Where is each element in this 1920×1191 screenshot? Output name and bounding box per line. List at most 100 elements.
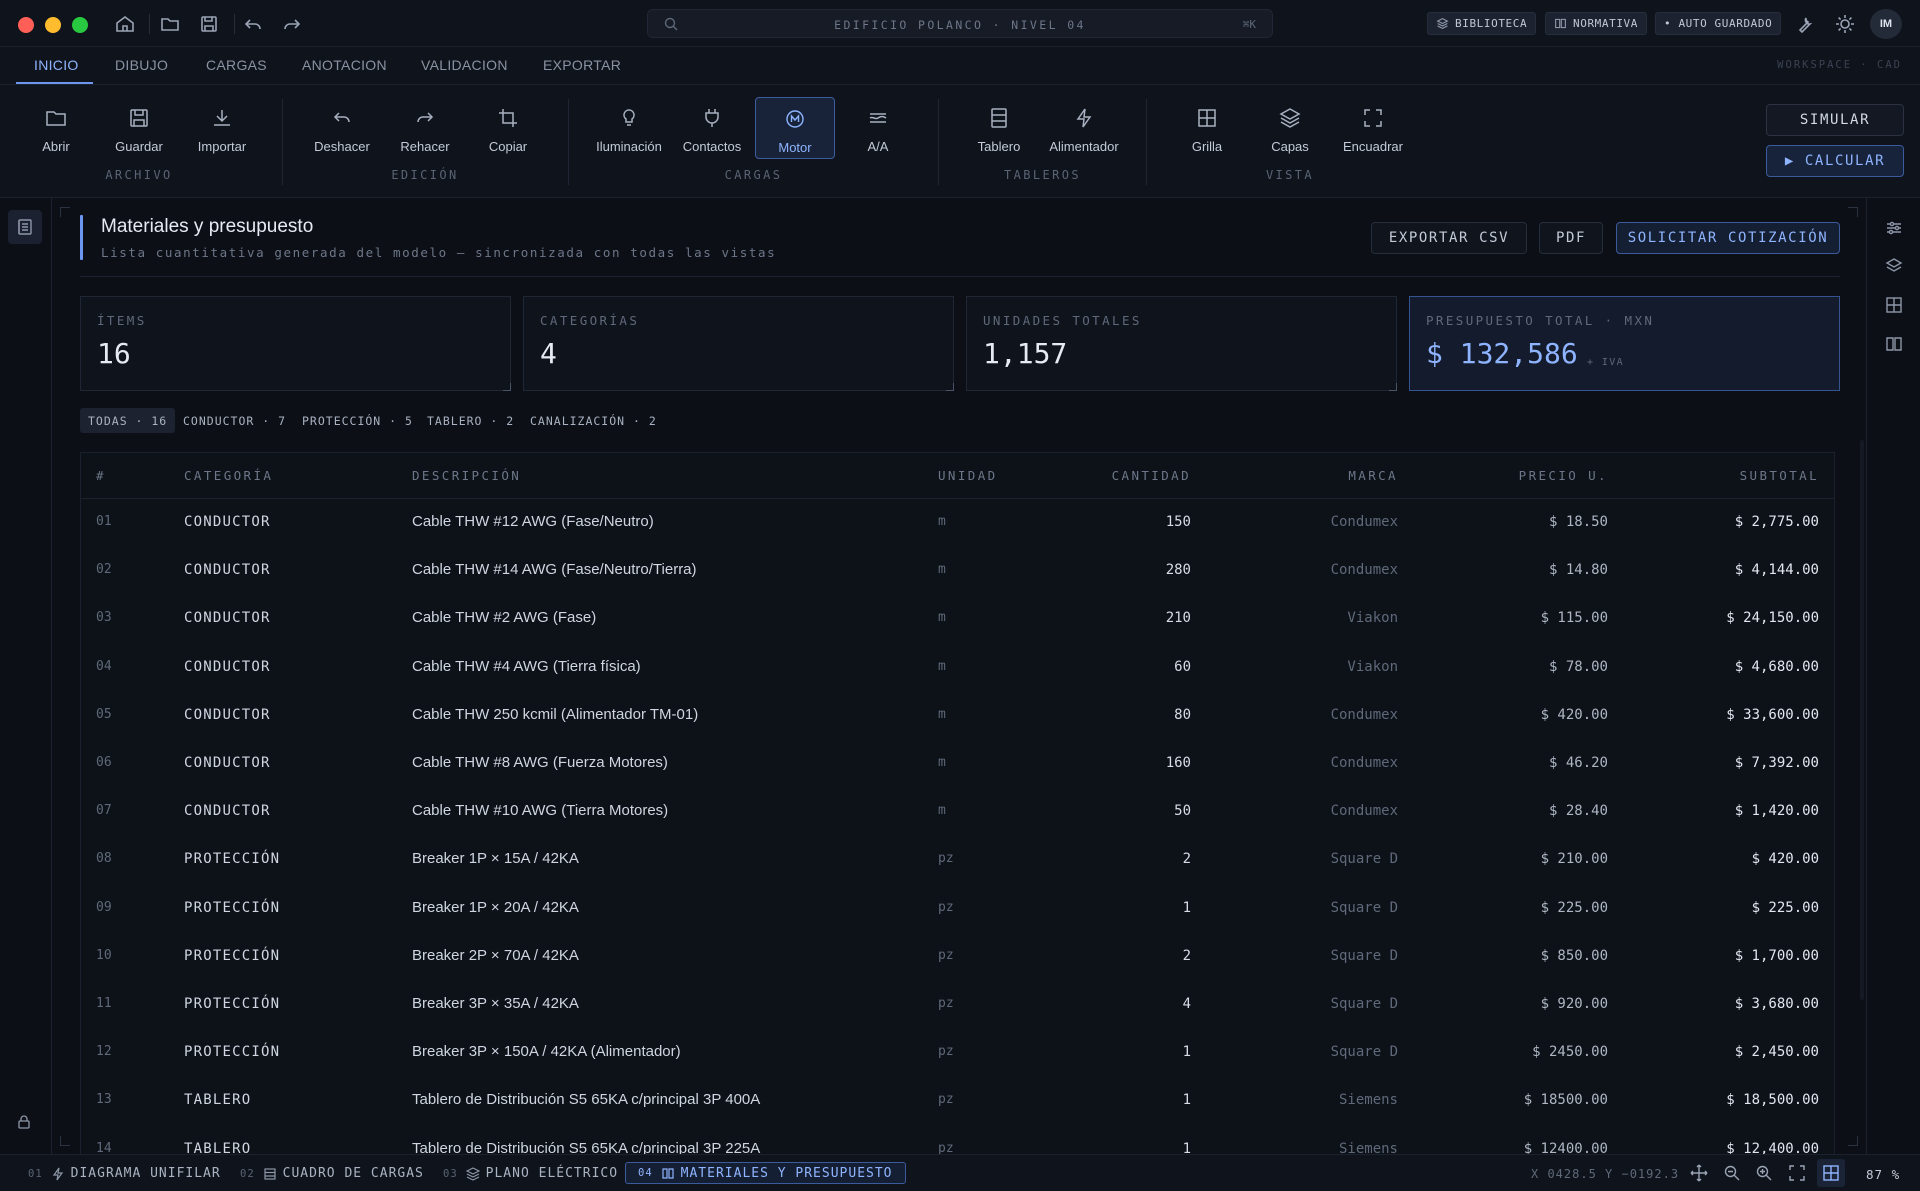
table-row[interactable]: 07 CONDUCTOR Cable THW #10 AWG (Tierra Mot… bbox=[81, 788, 1834, 836]
grilla-button[interactable]: Grilla bbox=[1167, 97, 1247, 159]
zoom-out-icon[interactable] bbox=[1722, 1163, 1742, 1183]
row-marca: Square D bbox=[1330, 996, 1398, 1012]
tab-exportar[interactable]: EXPORTAR bbox=[543, 57, 621, 73]
row-unidad: m bbox=[938, 610, 946, 626]
contactos-button[interactable]: Contactos bbox=[672, 97, 752, 159]
pdf-button[interactable]: PDF bbox=[1539, 222, 1603, 254]
row-categoria: PROTECCIÓN bbox=[184, 1044, 281, 1061]
tab-dibujo[interactable]: DIBUJO bbox=[115, 57, 168, 73]
window-minimize-button[interactable] bbox=[45, 17, 61, 33]
sliders-icon[interactable] bbox=[1884, 218, 1904, 238]
layers-icon[interactable] bbox=[1884, 256, 1904, 276]
window-close-button[interactable] bbox=[18, 17, 34, 33]
row-marca: Square D bbox=[1330, 851, 1398, 868]
filter-tablero[interactable]: TABLERO · 2 bbox=[419, 408, 522, 433]
col-categoria[interactable]: CATEGORÍA bbox=[184, 468, 273, 483]
tab-cargas[interactable]: CARGAS bbox=[206, 57, 267, 73]
autosave-chip[interactable]: • AUTO GUARDADO bbox=[1655, 12, 1782, 35]
motor-button[interactable]: Motor bbox=[755, 97, 835, 159]
grid-icon[interactable] bbox=[1884, 295, 1904, 315]
filter-canalizacion[interactable]: CANALIZACIÓN · 2 bbox=[522, 408, 665, 433]
table-row[interactable]: 12 PROTECCIÓN Breaker 3P × 150A / 42KA (Al… bbox=[81, 1029, 1834, 1077]
sheet-tab-plano[interactable]: 03 PLANO ELÉCTRICO bbox=[443, 1166, 618, 1181]
group-archivo-label: ARCHIVO bbox=[105, 168, 173, 182]
encuadrar-button[interactable]: Encuadrar bbox=[1333, 97, 1413, 159]
iluminacion-button[interactable]: Iluminación bbox=[589, 97, 669, 159]
move-icon[interactable] bbox=[1689, 1163, 1709, 1183]
rehacer-button[interactable]: Rehacer bbox=[385, 97, 465, 159]
undo-icon[interactable] bbox=[241, 12, 265, 36]
window-zoom-button[interactable] bbox=[72, 17, 88, 33]
folder-icon[interactable] bbox=[158, 12, 182, 36]
table-row[interactable]: 05 CONDUCTOR Cable THW 250 kcmil (Alimenta… bbox=[81, 692, 1834, 740]
home-icon[interactable] bbox=[113, 12, 137, 36]
filter-conductor[interactable]: CONDUCTOR · 7 bbox=[175, 408, 294, 433]
tab-anotacion[interactable]: ANOTACION bbox=[302, 57, 387, 73]
aa-button[interactable]: A/A bbox=[838, 97, 918, 159]
row-precio: $ 2450.00 bbox=[1532, 1044, 1608, 1061]
sheet-number: 01 bbox=[28, 1167, 43, 1180]
row-descripcion: Breaker 3P × 150A / 42KA (Alimentador) bbox=[412, 1043, 681, 1061]
table-row[interactable]: 13 TABLERO Tablero de Distribución S5 65KA… bbox=[81, 1077, 1834, 1125]
export-csv-button[interactable]: EXPORTAR CSV bbox=[1371, 222, 1527, 254]
sheet-tab-materiales[interactable]: 04 MATERIALES Y PRESUPUESTO bbox=[625, 1162, 906, 1184]
col-subtotal[interactable]: SUBTOTAL bbox=[1740, 468, 1819, 483]
table-row[interactable]: 04 CONDUCTOR Cable THW #4 AWG (Tierra físi… bbox=[81, 644, 1834, 692]
row-subtotal: $ 33,600.00 bbox=[1726, 706, 1819, 723]
sheet-tab-diagrama[interactable]: 01 DIAGRAMA UNIFILAR bbox=[28, 1166, 221, 1181]
abrir-button[interactable]: Abrir bbox=[16, 97, 96, 159]
row-categoria: TABLERO bbox=[184, 1140, 252, 1154]
table-row[interactable]: 10 PROTECCIÓN Breaker 2P × 70A / 42KA pz 2 Sq… bbox=[81, 933, 1834, 981]
row-number: 05 bbox=[96, 706, 112, 722]
sun-icon[interactable] bbox=[1833, 12, 1857, 36]
table-row[interactable]: 02 CONDUCTOR Cable THW #14 AWG (Fase/Neutr… bbox=[81, 547, 1834, 595]
table-row[interactable]: 09 PROTECCIÓN Breaker 1P × 20A / 42KA pz 1 Sq… bbox=[81, 885, 1834, 933]
row-categoria: CONDUCTOR bbox=[184, 514, 271, 530]
row-subtotal: $ 1,700.00 bbox=[1734, 947, 1819, 964]
book-icon[interactable] bbox=[1884, 334, 1904, 354]
col-descripcion[interactable]: DESCRIPCIÓN bbox=[412, 468, 521, 483]
col-cantidad[interactable]: CANTIDAD bbox=[1112, 468, 1191, 483]
list-icon[interactable] bbox=[15, 217, 35, 237]
importar-button[interactable]: Importar bbox=[182, 97, 262, 159]
tablero-button[interactable]: Tablero bbox=[959, 97, 1039, 159]
table-scrollbar[interactable] bbox=[1860, 440, 1864, 1000]
table-row[interactable]: 06 CONDUCTOR Cable THW #8 AWG (Fuerza Moto… bbox=[81, 740, 1834, 788]
col-number[interactable]: # bbox=[96, 468, 106, 483]
redo-icon[interactable] bbox=[280, 12, 304, 36]
row-subtotal: $ 4,144.00 bbox=[1734, 562, 1819, 579]
aa-label: A/A bbox=[867, 139, 889, 154]
avatar[interactable]: IM bbox=[1870, 9, 1902, 39]
calcular-button[interactable]: ▶ CALCULAR bbox=[1766, 145, 1904, 177]
col-marca[interactable]: MARCA bbox=[1348, 468, 1398, 483]
col-unidad[interactable]: UNIDAD bbox=[938, 468, 998, 483]
zoom-level: 87 % bbox=[1866, 1167, 1901, 1182]
command-search-bar[interactable]: EDIFICIO POLANCO · NIVEL 04 ⌘K bbox=[647, 9, 1273, 38]
table-row[interactable]: 08 PROTECCIÓN Breaker 1P × 15A / 42KA pz 2 Sq… bbox=[81, 836, 1834, 884]
request-quote-button[interactable]: SOLICITAR COTIZACIÓN bbox=[1616, 222, 1840, 254]
lock-icon[interactable] bbox=[16, 1114, 32, 1130]
col-precio[interactable]: PRECIO U. bbox=[1519, 468, 1608, 483]
normativa-chip[interactable]: NORMATIVA bbox=[1545, 12, 1648, 35]
table-row[interactable]: 11 PROTECCIÓN Breaker 3P × 35A / 42KA pz 4 Sq… bbox=[81, 981, 1834, 1029]
zoom-in-icon[interactable] bbox=[1754, 1163, 1774, 1183]
alimentador-button[interactable]: Alimentador bbox=[1042, 97, 1126, 159]
tab-inicio[interactable]: INICIO bbox=[34, 57, 79, 73]
fit-frame-icon[interactable] bbox=[1787, 1163, 1807, 1183]
table-row[interactable]: 03 CONDUCTOR Cable THW #2 AWG (Fase) m 210 Vi… bbox=[81, 595, 1834, 643]
filter-proteccion[interactable]: PROTECCIÓN · 5 bbox=[294, 408, 421, 433]
guardar-button[interactable]: Guardar bbox=[99, 97, 179, 159]
table-row[interactable]: 01 CONDUCTOR Cable THW #12 AWG (Fase/Neutr… bbox=[81, 499, 1834, 547]
biblioteca-chip[interactable]: BIBLIOTECA bbox=[1427, 12, 1537, 35]
grid-icon[interactable] bbox=[1821, 1163, 1841, 1183]
tab-validacion[interactable]: VALIDACION bbox=[421, 57, 508, 73]
filter-todas[interactable]: TODAS · 16 bbox=[80, 408, 176, 433]
simular-button[interactable]: SIMULAR bbox=[1766, 104, 1904, 136]
save-icon[interactable] bbox=[197, 12, 221, 36]
deshacer-button[interactable]: Deshacer bbox=[302, 97, 382, 159]
copiar-button[interactable]: Copiar bbox=[468, 97, 548, 159]
capas-button[interactable]: Capas bbox=[1250, 97, 1330, 159]
table-row[interactable]: 14 TABLERO Tablero de Distribución S5 65KA… bbox=[81, 1126, 1834, 1154]
sheet-tab-cuadro[interactable]: 02 CUADRO DE CARGAS bbox=[240, 1166, 424, 1181]
wrench-icon[interactable] bbox=[1792, 12, 1816, 36]
